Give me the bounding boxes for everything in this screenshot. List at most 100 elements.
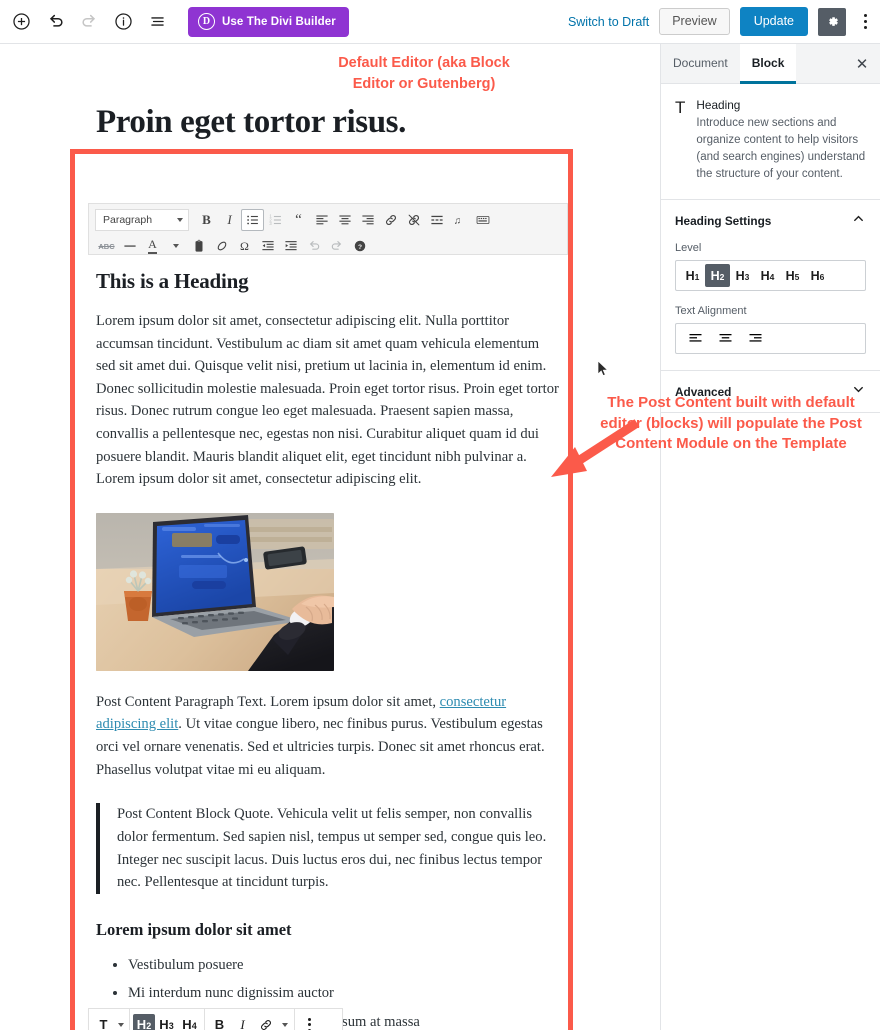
chevron-down-icon <box>177 218 183 222</box>
text-alignment-selector <box>675 323 866 355</box>
clear-formatting-icon[interactable] <box>210 235 233 257</box>
align-center-icon[interactable] <box>333 209 356 231</box>
tab-block[interactable]: Block <box>739 44 797 84</box>
level-h4-button[interactable]: H4 <box>755 264 780 287</box>
italic-icon[interactable]: I <box>218 209 241 231</box>
block-card-title: Heading <box>696 98 741 112</box>
align-right-icon[interactable] <box>740 327 770 350</box>
paragraph-2-text-before: Post Content Paragraph Text. Lorem ipsum… <box>96 693 440 710</box>
level-h3-button[interactable]: H3 <box>730 264 755 287</box>
svg-text:?: ? <box>357 244 361 251</box>
preview-button[interactable]: Preview <box>659 8 730 35</box>
undo-icon[interactable] <box>40 7 70 37</box>
paste-as-text-icon[interactable] <box>187 235 210 257</box>
heading-T-icon: T <box>675 98 686 117</box>
panel-header-heading-settings[interactable]: Heading Settings <box>661 200 880 242</box>
list-item[interactable]: Mi interdum nunc dignissim auctor <box>128 982 562 1005</box>
horizontal-line-icon[interactable] <box>118 235 141 257</box>
level-h1-button[interactable]: H1 <box>680 264 705 287</box>
strikethrough-icon[interactable]: ABC <box>95 235 118 257</box>
text-color-dropdown-icon[interactable] <box>164 235 187 257</box>
content-heading-1[interactable]: This is a Heading <box>96 269 562 294</box>
block-settings-sidebar: Document Block ✕ T Heading Introduce new… <box>660 44 880 1030</box>
annotation-default-editor: Default Editor (aka Block Editor or Gute… <box>338 55 510 93</box>
block-card-description: Introduce new sections and organize cont… <box>696 117 866 181</box>
level-h2-button[interactable]: H2 <box>705 264 730 288</box>
classic-toolbar-row-1: Paragraph B I 123 “ ♫ <box>95 209 561 231</box>
decrease-indent-icon[interactable] <box>256 235 279 257</box>
distraction-free-icon[interactable] <box>471 209 494 231</box>
content-info-icon[interactable] <box>108 7 138 37</box>
heading-level-h2-button[interactable]: H2 <box>133 1013 155 1030</box>
divi-button-label: Use The Divi Builder <box>222 15 336 28</box>
level-h5-button[interactable]: H5 <box>780 264 805 287</box>
divi-logo-icon: D <box>198 13 215 30</box>
post-content-area[interactable]: This is a Heading Lorem ipsum dolor sit … <box>96 269 562 1030</box>
remove-link-icon[interactable] <box>402 209 425 231</box>
italic-icon[interactable]: I <box>231 1009 254 1030</box>
classic-editor-toolbar: Paragraph B I 123 “ ♫ ABC A Ω ? <box>88 203 568 255</box>
heading-level-h3-button[interactable]: H3 <box>155 1009 178 1030</box>
align-left-icon[interactable] <box>680 327 710 350</box>
content-paragraph-1[interactable]: Lorem ipsum dolor sit amet, consectetur … <box>96 310 562 491</box>
rich-text-group: B I <box>205 1009 295 1030</box>
content-blockquote[interactable]: Post Content Block Quote. Vehicula velit… <box>96 803 562 894</box>
align-center-icon[interactable] <box>710 327 740 350</box>
heading-level-h4-button[interactable]: H4 <box>178 1009 201 1030</box>
top-admin-bar: D Use The Divi Builder Switch to Draft P… <box>0 0 880 44</box>
keyboard-shortcuts-icon[interactable]: ? <box>348 235 371 257</box>
read-more-icon[interactable] <box>425 209 448 231</box>
align-left-icon[interactable] <box>310 209 333 231</box>
blockquote-text: Post Content Block Quote. Vehicula velit… <box>117 806 547 891</box>
undo-icon[interactable] <box>302 235 325 257</box>
block-navigation-icon[interactable] <box>142 7 172 37</box>
blockquote-icon[interactable]: “ <box>287 209 310 231</box>
block-type-icon[interactable]: T <box>92 1009 115 1030</box>
redo-icon[interactable] <box>74 7 104 37</box>
block-card: T Heading Introduce new sections and org… <box>661 84 880 201</box>
chevron-up-icon <box>851 211 866 231</box>
mouse-cursor-icon <box>597 360 609 377</box>
editor-canvas: Default Editor (aka Block Editor or Gute… <box>0 44 660 1030</box>
gear-icon[interactable] <box>818 7 846 36</box>
kebab-menu-icon[interactable] <box>298 1009 321 1030</box>
list-item[interactable]: Vestibulum posuere <box>128 954 562 977</box>
format-select[interactable]: Paragraph <box>95 209 189 231</box>
align-right-icon[interactable] <box>356 209 379 231</box>
use-divi-builder-button[interactable]: D Use The Divi Builder <box>188 6 349 37</box>
chevron-down-icon[interactable] <box>115 1009 126 1030</box>
annotation-post-content: The Post Content built with default edit… <box>600 394 862 453</box>
update-button[interactable]: Update <box>739 7 808 36</box>
text-color-icon[interactable]: A <box>141 235 164 257</box>
admin-bar-right-tools: Switch to Draft Preview Update <box>568 7 880 36</box>
numbered-list-icon[interactable]: 123 <box>264 209 287 231</box>
bold-icon[interactable]: B <box>195 209 218 231</box>
insert-link-icon[interactable] <box>379 209 402 231</box>
heading-level-selector: H1 H2 H3 H4 H5 H6 <box>675 260 866 292</box>
increase-indent-icon[interactable] <box>279 235 302 257</box>
admin-bar-left-tools <box>0 7 174 37</box>
post-title[interactable]: Proin eget tortor risus. <box>96 104 406 141</box>
bold-icon[interactable]: B <box>208 1009 231 1030</box>
chevron-down-icon[interactable] <box>277 1009 291 1030</box>
classic-toolbar-row-2: ABC A Ω ? <box>95 235 561 257</box>
kebab-menu-icon[interactable] <box>856 8 874 36</box>
switch-to-draft-link[interactable]: Switch to Draft <box>568 15 649 29</box>
block-toolbar: T H2 H3 H4 B I <box>88 1008 343 1030</box>
block-type-group: T <box>89 1009 130 1030</box>
level-h6-button[interactable]: H6 <box>805 264 830 287</box>
sidebar-tabs: Document Block ✕ <box>661 44 880 84</box>
link-icon[interactable] <box>254 1009 277 1030</box>
toolbar-toggle-icon[interactable]: ♫ <box>448 209 471 231</box>
tab-document[interactable]: Document <box>661 44 740 84</box>
special-character-icon[interactable]: Ω <box>233 235 256 257</box>
content-image[interactable] <box>96 512 334 671</box>
content-heading-2[interactable]: Lorem ipsum dolor sit amet <box>96 920 562 940</box>
bulleted-list-icon[interactable] <box>241 209 264 231</box>
svg-text:♫: ♫ <box>453 216 460 227</box>
redo-icon[interactable] <box>325 235 348 257</box>
heading-settings-body: Level H1 H2 H3 H4 H5 H6 Text Alignment <box>661 242 880 372</box>
content-paragraph-2[interactable]: Post Content Paragraph Text. Lorem ipsum… <box>96 691 562 781</box>
add-block-icon[interactable] <box>6 7 36 37</box>
close-icon[interactable]: ✕ <box>844 44 880 83</box>
